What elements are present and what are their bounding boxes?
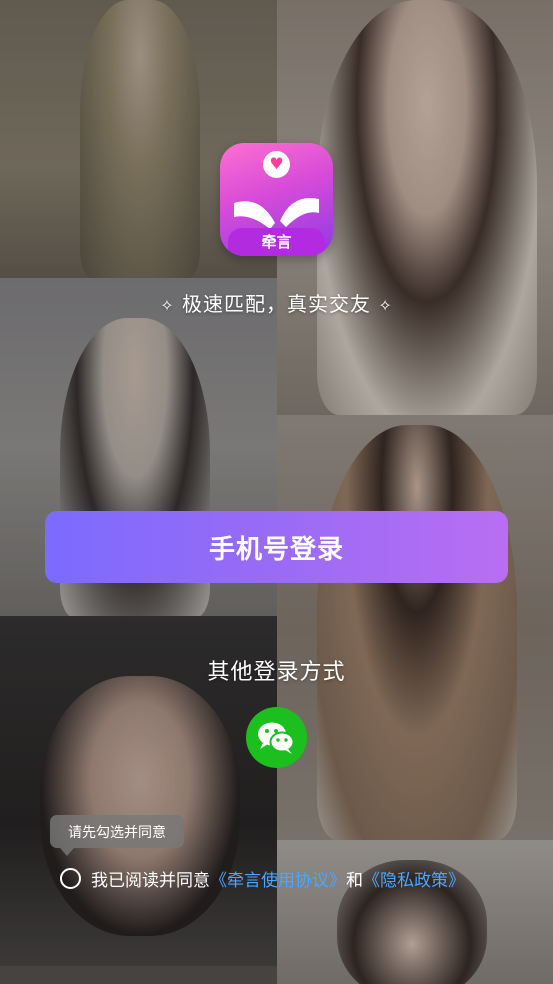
agree-checkbox[interactable] [60, 867, 81, 889]
slogan-text: 极速匹配，真实交友 [182, 292, 371, 316]
agreement-row: 我已阅读并同意 《牵言使用协议》 和 《隐私政策》 [60, 864, 465, 892]
agreement-prefix: 我已阅读并同意 [91, 870, 210, 891]
slogan: ✧ 极速匹配，真实交友 ✧ [0, 288, 553, 317]
phone-login-button[interactable]: 手机号登录 [45, 511, 508, 583]
tooltip-arrow [60, 848, 74, 856]
privacy-policy-link[interactable]: 《隐私政策》 [363, 866, 465, 891]
other-login-methods-label: 其他登录方式 [207, 660, 346, 685]
wechat-login-button[interactable] [246, 707, 307, 768]
wechat-icon [258, 722, 295, 754]
app-logo: ♥ 牵言 [220, 143, 333, 256]
sparkle-icon: ✧ [160, 296, 175, 315]
agreement-and: 和 [346, 870, 363, 891]
agree-tooltip: 请先勾选并同意 [50, 815, 184, 848]
sparkle-icon: ✧ [378, 296, 393, 315]
logo-text: 牵言 [261, 233, 292, 251]
user-agreement-link[interactable]: 《牵言使用协议》 [210, 866, 346, 891]
